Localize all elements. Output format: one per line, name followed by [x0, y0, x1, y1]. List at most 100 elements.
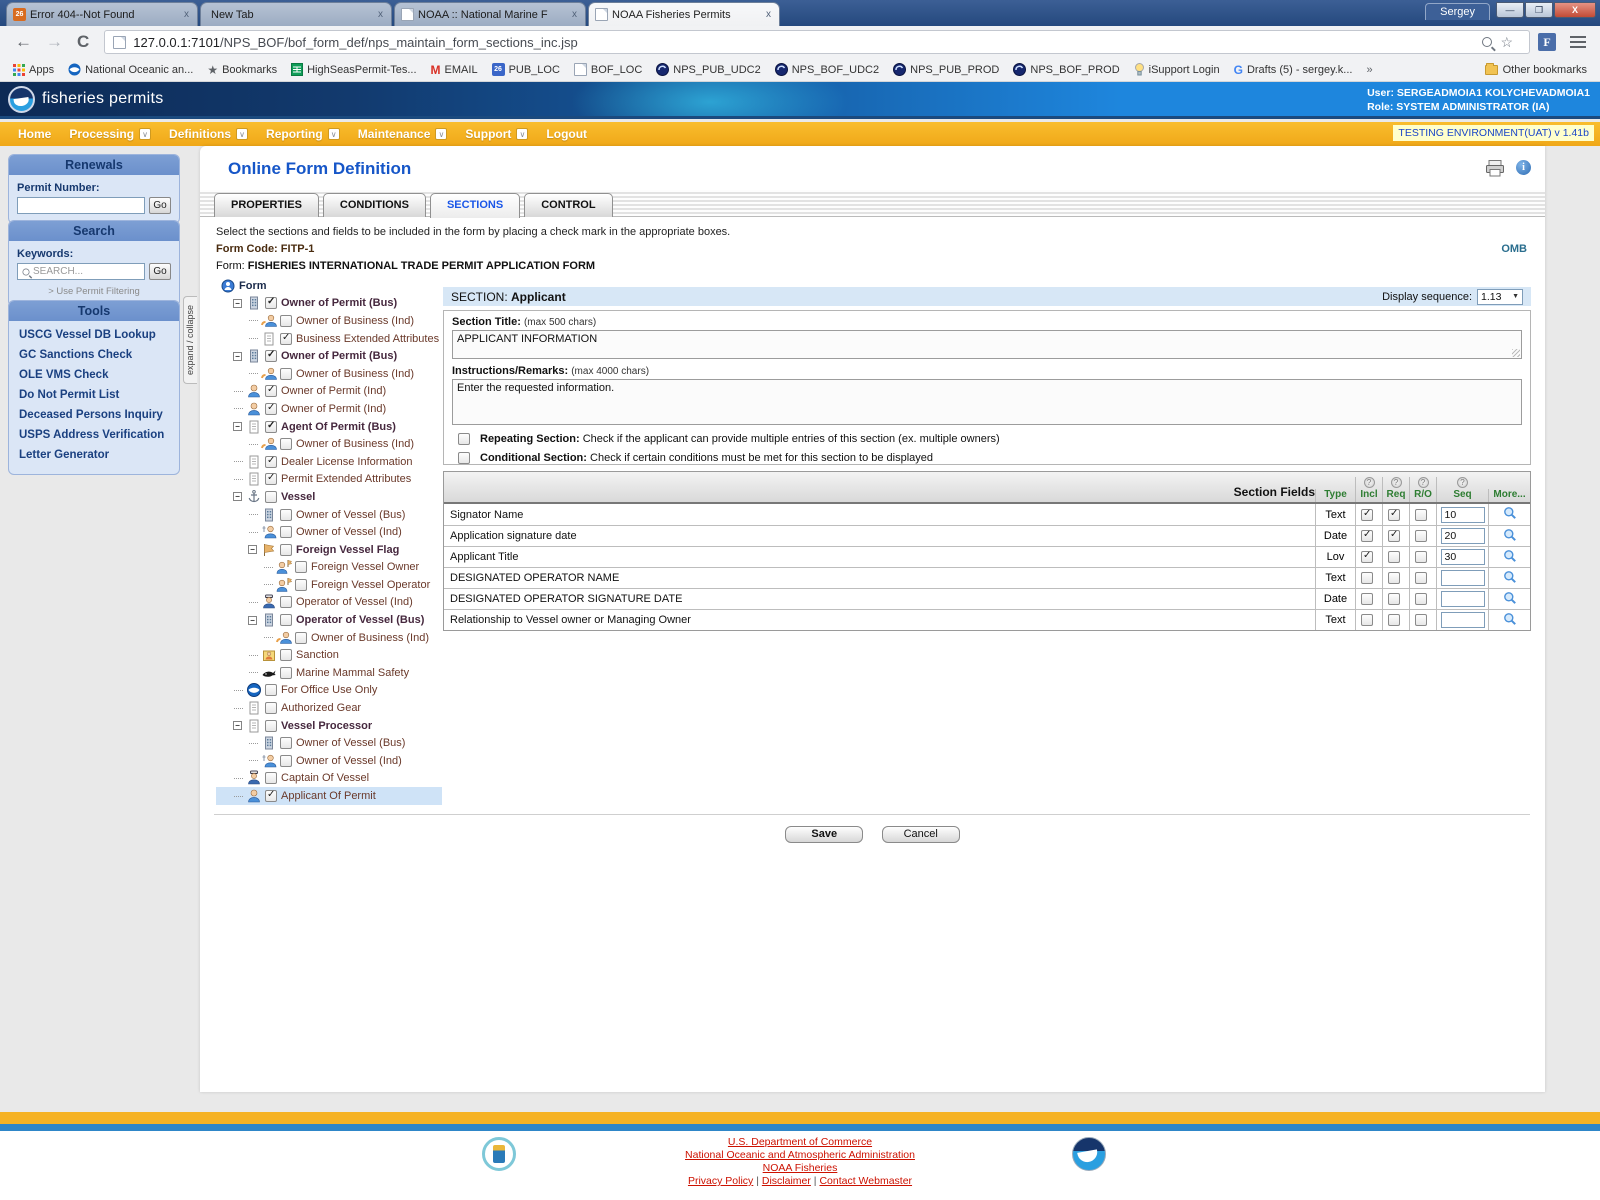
seq-input[interactable]: 20: [1441, 528, 1485, 544]
nav-item-support[interactable]: Support∨: [465, 127, 528, 141]
repeating-section-checkbox[interactable]: [458, 433, 470, 445]
incl-checkbox[interactable]: [1361, 593, 1373, 605]
seq-input[interactable]: [1441, 570, 1485, 586]
tree-checkbox[interactable]: [280, 315, 292, 327]
bookmark-item[interactable]: 26PUB_LOC: [492, 63, 560, 76]
info-icon[interactable]: i: [1516, 160, 1531, 175]
tree-item[interactable]: Dealer License Information: [216, 453, 442, 471]
tab-close-icon[interactable]: x: [570, 9, 579, 20]
tree-checkbox[interactable]: [280, 544, 292, 556]
dropdown-icon[interactable]: ∨: [236, 128, 248, 140]
tree-item[interactable]: Foreign Vessel Operator: [216, 576, 442, 594]
tree-item[interactable]: Captain Of Vessel: [216, 770, 442, 788]
tree-checkbox[interactable]: [280, 649, 292, 661]
dropdown-icon[interactable]: ∨: [516, 128, 528, 140]
tool-link[interactable]: USCG Vessel DB Lookup: [17, 325, 171, 345]
tree-item[interactable]: Owner of Vessel (Ind): [216, 523, 442, 541]
nav-item-definitions[interactable]: Definitions∨: [169, 127, 248, 141]
incl-checkbox[interactable]: [1361, 572, 1373, 584]
reload-button[interactable]: C: [77, 32, 89, 52]
footer-link[interactable]: Disclaimer: [762, 1175, 811, 1187]
tree-checkbox[interactable]: [265, 403, 277, 415]
address-bar[interactable]: 127.0.0.1:7101 /NPS_BOF/bof_form_def/nps…: [104, 30, 1530, 54]
footer-link[interactable]: Contact Webmaster: [819, 1175, 912, 1187]
tree-item[interactable]: Sanction: [216, 646, 442, 664]
help-icon[interactable]: ?: [1364, 477, 1375, 488]
dropdown-icon[interactable]: ∨: [328, 128, 340, 140]
forward-button[interactable]: →: [46, 32, 63, 52]
more-magnifier-icon[interactable]: [1503, 528, 1517, 545]
browser-tab[interactable]: NOAA Fisheries Permitsx: [588, 2, 780, 26]
tree-checkbox[interactable]: [280, 596, 292, 608]
tree-item[interactable]: −Owner of Permit (Bus): [216, 347, 442, 365]
tool-link[interactable]: Do Not Permit List: [17, 385, 171, 405]
omb-link[interactable]: OMB: [1501, 243, 1527, 255]
seq-input[interactable]: [1441, 612, 1485, 628]
tree-checkbox[interactable]: [265, 385, 277, 397]
tree-checkbox[interactable]: [265, 456, 277, 468]
tree-checkbox[interactable]: [280, 755, 292, 767]
req-checkbox[interactable]: [1388, 551, 1400, 563]
profile-button[interactable]: Sergey: [1425, 3, 1490, 20]
tool-link[interactable]: GC Sanctions Check: [17, 345, 171, 365]
tab-conditions[interactable]: CONDITIONS: [323, 193, 426, 217]
nav-item-processing[interactable]: Processing∨: [69, 127, 151, 141]
tool-link[interactable]: USPS Address Verification: [17, 425, 171, 445]
tree-expander-icon[interactable]: −: [233, 422, 242, 431]
more-magnifier-icon[interactable]: [1503, 549, 1517, 566]
dropdown-icon[interactable]: ∨: [435, 128, 447, 140]
other-bookmarks-button[interactable]: Other bookmarks: [1485, 64, 1587, 76]
tree-checkbox[interactable]: [280, 614, 292, 626]
tree-checkbox[interactable]: [265, 350, 277, 362]
extension-f-icon[interactable]: F: [1538, 33, 1556, 51]
more-magnifier-icon[interactable]: [1503, 506, 1517, 523]
tree-checkbox[interactable]: [295, 579, 307, 591]
ro-checkbox[interactable]: [1415, 572, 1427, 584]
tree-item[interactable]: −Owner of Permit (Bus): [216, 295, 442, 313]
footer-link[interactable]: NOAA Fisheries: [763, 1162, 838, 1174]
tab-close-icon[interactable]: x: [764, 9, 773, 20]
tree-expander-icon[interactable]: −: [233, 352, 242, 361]
tree-checkbox[interactable]: [265, 297, 277, 309]
cancel-button[interactable]: Cancel: [882, 826, 960, 843]
help-icon[interactable]: ?: [1391, 477, 1402, 488]
req-checkbox[interactable]: [1388, 614, 1400, 626]
nav-item-reporting[interactable]: Reporting∨: [266, 127, 340, 141]
browser-tab[interactable]: New Tabx: [200, 2, 392, 26]
tree-item[interactable]: Owner of Permit (Ind): [216, 400, 442, 418]
more-magnifier-icon[interactable]: [1503, 612, 1517, 629]
tree-item[interactable]: Owner of Vessel (Bus): [216, 506, 442, 524]
tree-item[interactable]: Authorized Gear: [216, 699, 442, 717]
tree-item[interactable]: −Foreign Vessel Flag: [216, 541, 442, 559]
tree-expander-icon[interactable]: −: [233, 299, 242, 308]
bookmark-item[interactable]: Apps: [13, 64, 54, 76]
save-button[interactable]: Save: [785, 826, 863, 843]
tree-checkbox[interactable]: [280, 333, 292, 345]
close-button[interactable]: X: [1554, 2, 1596, 18]
tree-item[interactable]: Business Extended Attributes: [216, 330, 442, 348]
browser-tab[interactable]: 26Error 404--Not Foundx: [6, 2, 198, 26]
tree-checkbox[interactable]: [280, 509, 292, 521]
tree-checkbox[interactable]: [265, 702, 277, 714]
tree-item[interactable]: Owner of Vessel (Bus): [216, 734, 442, 752]
more-magnifier-icon[interactable]: [1503, 570, 1517, 587]
instructions-textarea[interactable]: Enter the requested information.: [452, 379, 1522, 425]
search-input[interactable]: SEARCH...: [17, 263, 145, 280]
tree-item[interactable]: Foreign Vessel Owner: [216, 559, 442, 577]
search-go-button[interactable]: Go: [149, 263, 171, 280]
tree-item[interactable]: −Operator of Vessel (Bus): [216, 611, 442, 629]
bookmark-item[interactable]: HighSeasPermit-Tes...: [291, 63, 416, 76]
tab-close-icon[interactable]: x: [376, 9, 385, 20]
tool-link[interactable]: OLE VMS Check: [17, 365, 171, 385]
print-icon[interactable]: [1485, 160, 1505, 182]
bookmark-item[interactable]: GDrafts (5) - sergey.k...: [1234, 63, 1353, 77]
bookmark-item[interactable]: ★Bookmarks: [207, 63, 277, 77]
tool-link[interactable]: Deceased Persons Inquiry: [17, 405, 171, 425]
nav-item-logout[interactable]: Logout: [546, 127, 587, 141]
section-title-textarea[interactable]: APPLICANT INFORMATION: [452, 330, 1522, 359]
ro-checkbox[interactable]: [1415, 530, 1427, 542]
nav-item-maintenance[interactable]: Maintenance∨: [358, 127, 448, 141]
footer-link[interactable]: National Oceanic and Atmospheric Adminis…: [685, 1149, 915, 1161]
tab-control[interactable]: CONTROL: [524, 193, 612, 217]
tree-item[interactable]: Form: [216, 277, 442, 295]
